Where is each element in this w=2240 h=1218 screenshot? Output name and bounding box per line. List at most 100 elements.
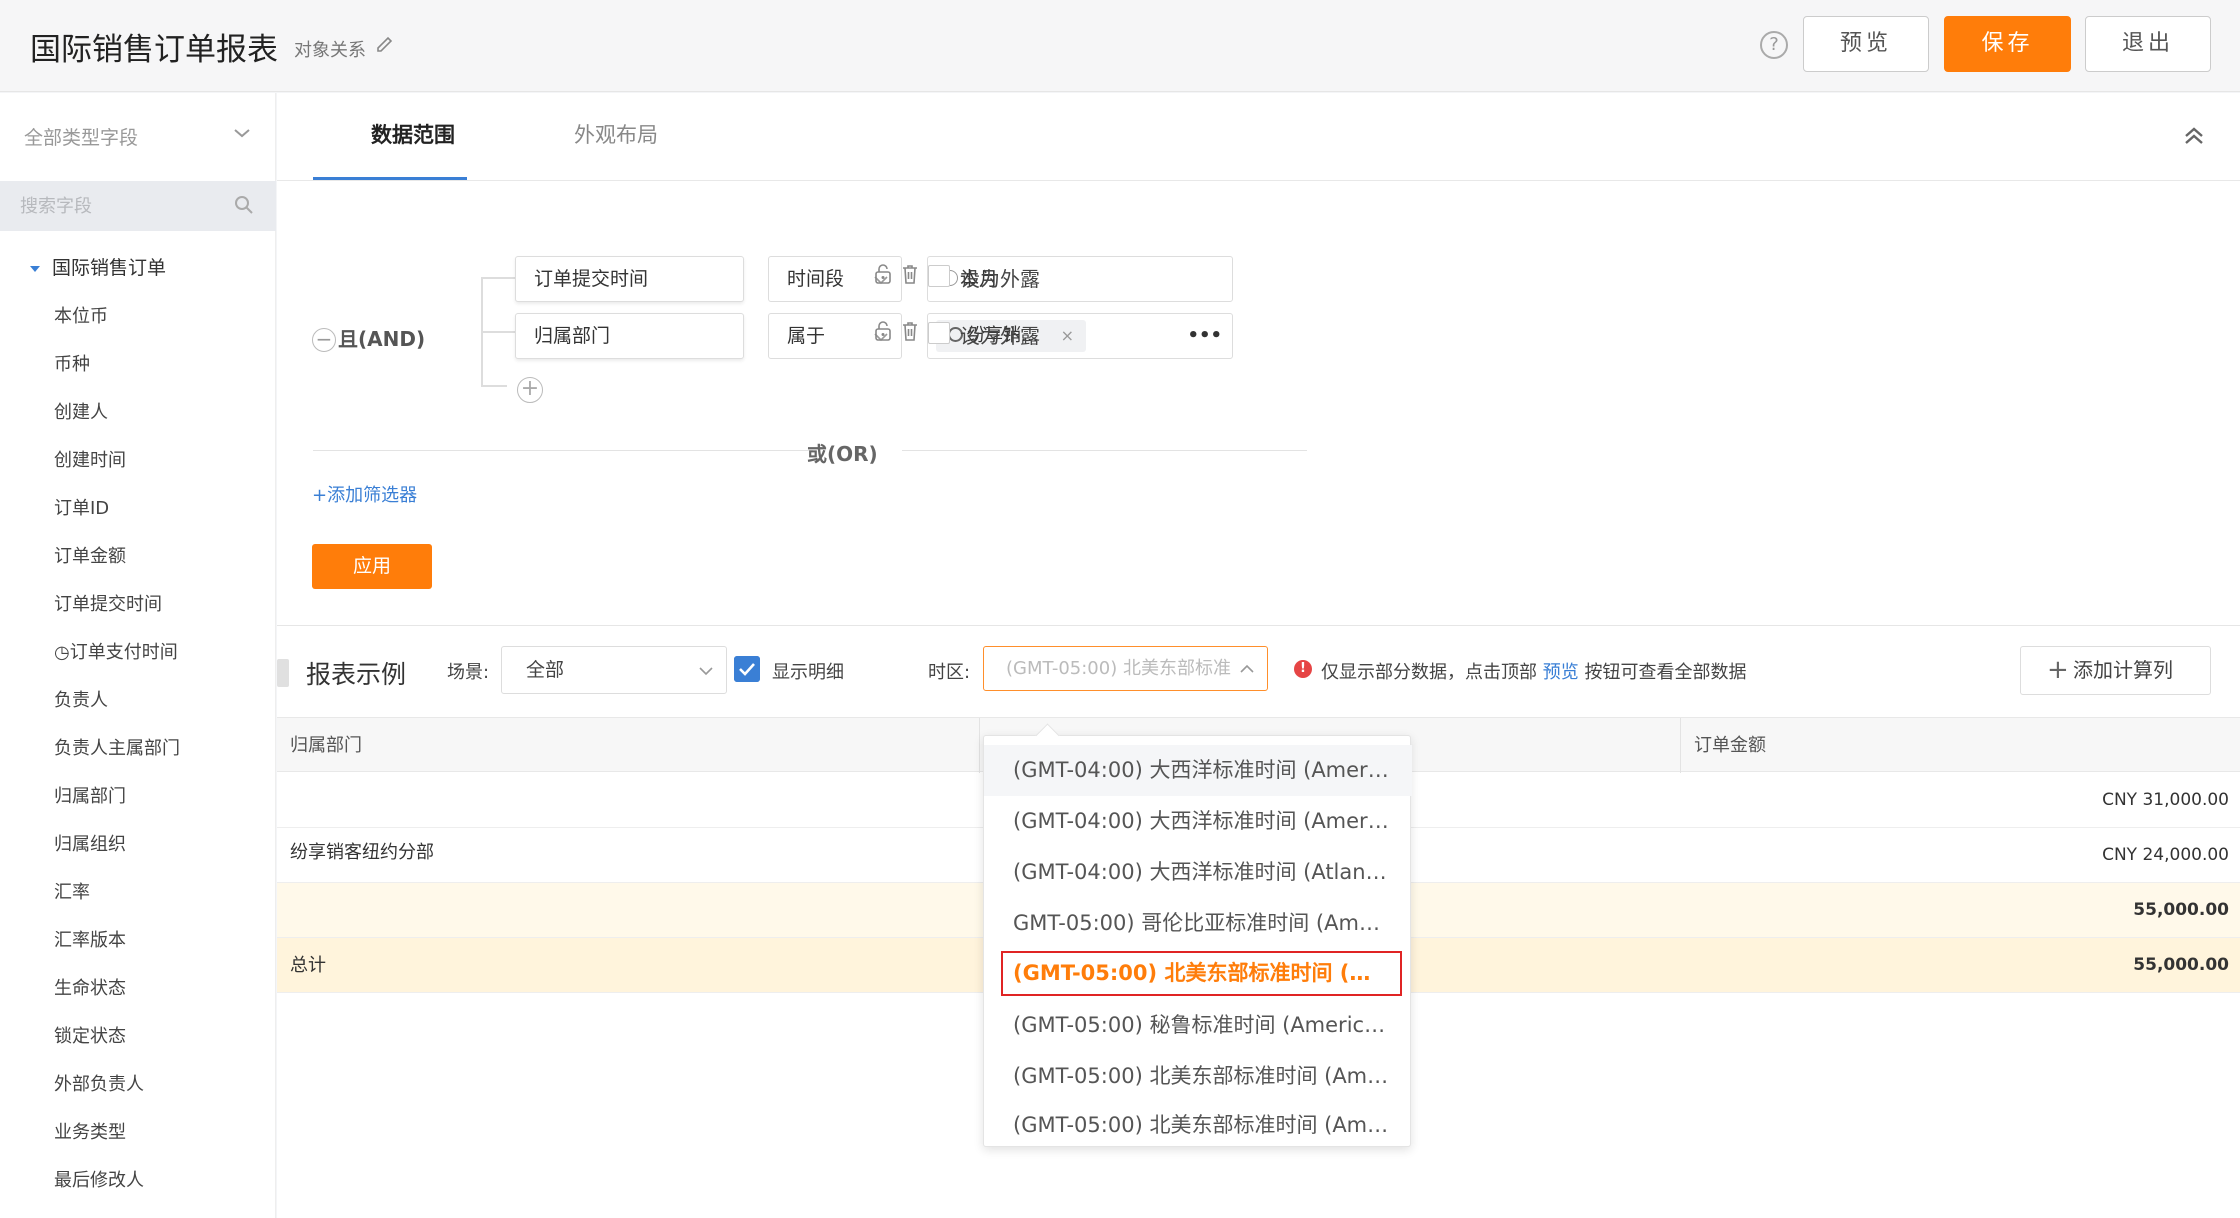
save-button[interactable]: 保存 xyxy=(1944,16,2071,72)
subtotal-amount-cell: 55,000.00 xyxy=(2133,900,2229,920)
list-item[interactable]: 业务类型 xyxy=(54,1109,180,1157)
list-item[interactable]: 归属组织 xyxy=(54,821,180,869)
plus-icon: + xyxy=(2047,655,2069,685)
list-item[interactable]: 创建时间 xyxy=(54,437,180,485)
list-item[interactable]: 负责人 xyxy=(54,677,180,725)
active-tab-indicator xyxy=(313,177,467,180)
divider xyxy=(313,450,813,451)
double-chevron-up-icon[interactable] xyxy=(2181,123,2207,149)
list-item[interactable]: 汇率版本 xyxy=(54,917,180,965)
preview-link[interactable]: 预览 xyxy=(1543,662,1579,683)
total-amount-cell: 55,000.00 xyxy=(2133,955,2229,975)
column-header[interactable]: 归属部门 xyxy=(277,718,980,773)
tab-data-range[interactable]: 数据范围 xyxy=(371,119,455,149)
filter-operator-value: 属于 xyxy=(787,325,826,347)
list-item[interactable]: 归属部门 xyxy=(54,773,180,821)
department-cell: 纷享销客纽约分部 xyxy=(290,842,434,863)
timezone-option[interactable]: (GMT-05:00) 北美东部标准时间 (America/... xyxy=(984,1102,1412,1148)
timezone-dropdown: (GMT-04:00) 大西洋标准时间 (America/... (GMT-04… xyxy=(983,735,1412,1148)
list-item[interactable]: 生命状态 xyxy=(54,965,180,1013)
show-detail-label: 显示明细 xyxy=(772,662,844,683)
unlock-icon[interactable] xyxy=(873,320,893,342)
timezone-label: 时区: xyxy=(928,662,971,683)
apply-button[interactable]: 应用 xyxy=(312,544,432,589)
divider xyxy=(277,625,2240,626)
list-item[interactable]: 订单ID xyxy=(54,485,180,533)
filter-field-select[interactable]: 订单提交时间 xyxy=(515,256,744,302)
drag-handle-icon[interactable] xyxy=(277,659,289,687)
list-item[interactable]: 创建人 xyxy=(54,389,180,437)
filter-field-value: 订单提交时间 xyxy=(534,268,649,290)
object-relation-link[interactable]: 对象关系 xyxy=(294,36,366,62)
list-item[interactable]: 外部负责人 xyxy=(54,1061,180,1109)
timezone-option[interactable]: (GMT-05:00) 北美东部标准时间 (America/... xyxy=(984,1051,1412,1102)
list-item[interactable]: 币种 xyxy=(54,341,180,389)
scene-select[interactable]: 全部 xyxy=(501,646,727,694)
expose-checkbox[interactable] xyxy=(928,322,950,344)
top-bar: 国际销售订单报表 对象关系 ? 预览 保存 退出 xyxy=(0,0,2240,92)
list-item[interactable]: ◷订单支付时间 xyxy=(54,629,180,677)
or-label: 或(OR) xyxy=(807,442,878,466)
scene-value: 全部 xyxy=(526,659,565,681)
trash-icon[interactable] xyxy=(900,320,920,342)
list-item[interactable]: 本位币 xyxy=(54,293,180,341)
field-list: 本位币 币种 创建人 创建时间 订单ID 订单金额 订单提交时间 ◷订单支付时间… xyxy=(54,293,180,1205)
minus-circle-icon[interactable]: − xyxy=(312,328,336,352)
close-icon[interactable]: × xyxy=(1061,320,1074,352)
scene-label: 场景: xyxy=(447,662,490,683)
add-filter-link[interactable]: +添加筛选器 xyxy=(312,481,417,507)
timezone-option[interactable]: (GMT-04:00) 大西洋标准时间 (America/... xyxy=(984,745,1412,796)
field-search xyxy=(0,181,276,231)
add-condition-icon[interactable]: + xyxy=(517,377,543,403)
timezone-option[interactable]: GMT-05:00) 哥伦比亚标准时间 (America/... xyxy=(984,898,1412,949)
list-item[interactable]: 订单金额 xyxy=(54,533,180,581)
filter-field-select[interactable]: 归属部门 xyxy=(515,313,744,359)
list-item[interactable]: 最后修改人 xyxy=(54,1157,180,1205)
list-item[interactable]: 锁定状态 xyxy=(54,1013,180,1061)
expose-checkbox[interactable] xyxy=(928,265,950,287)
amount-cell: CNY 24,000.00 xyxy=(2102,845,2229,865)
help-icon[interactable]: ? xyxy=(1760,31,1788,59)
field-sidebar: 全部类型字段 国际销售订单 本位币 币种 创建人 创建时间 订单ID 订单金额 … xyxy=(0,93,276,1218)
notice-suffix: 按钮可查看全部数据 xyxy=(1584,662,1747,683)
partial-data-notice: 仅显示部分数据，点击顶部 预览 按钮可查看全部数据 xyxy=(1321,658,1746,684)
list-item[interactable]: 订单提交时间 xyxy=(54,581,180,629)
timezone-option-selected[interactable]: (GMT-05:00) 北美东部标准时间 (America/... xyxy=(1001,951,1402,996)
search-input[interactable] xyxy=(20,191,220,221)
timezone-option[interactable]: (GMT-05:00) 秘鲁标准时间 (America/... xyxy=(984,1000,1412,1051)
timezone-option[interactable]: (GMT-04:00) 大西洋标准时间 (Atlantic/... xyxy=(984,847,1412,898)
page-title: 国际销售订单报表 xyxy=(30,32,278,68)
expose-label: 设为外露 xyxy=(960,324,1040,348)
timezone-value: (GMT-05:00) 北美东部标准 xyxy=(1006,658,1231,679)
pencil-icon[interactable] xyxy=(374,34,396,56)
more-icon[interactable]: ••• xyxy=(1187,314,1222,358)
preview-button[interactable]: 预览 xyxy=(1803,16,1929,72)
list-item[interactable]: 负责人主属部门 xyxy=(54,725,180,773)
amount-cell: CNY 31,000.00 xyxy=(2102,790,2229,810)
and-group-label[interactable]: − 且(AND) xyxy=(312,323,425,352)
filter-field-value: 归属部门 xyxy=(534,325,611,347)
unlock-icon[interactable] xyxy=(873,263,893,285)
total-label: 总计 xyxy=(290,955,326,976)
tab-bar: 数据范围 外观布局 xyxy=(277,93,2240,181)
timezone-select[interactable]: (GMT-05:00) 北美东部标准 xyxy=(983,646,1268,691)
report-title: 报表示例 xyxy=(306,660,407,689)
field-type-select[interactable]: 全部类型字段 xyxy=(24,123,138,150)
list-item[interactable]: 汇率 xyxy=(54,869,180,917)
field-group-header[interactable]: 国际销售订单 xyxy=(30,253,166,280)
filter-operator-value: 时间段 xyxy=(787,268,845,290)
exit-button[interactable]: 退出 xyxy=(2085,16,2211,72)
field-group-label: 国际销售订单 xyxy=(52,257,167,279)
show-detail-checkbox[interactable] xyxy=(734,656,760,682)
chevron-down-icon xyxy=(699,667,713,676)
chevron-down-icon[interactable] xyxy=(232,123,252,143)
search-icon[interactable] xyxy=(234,195,254,215)
tab-appearance-layout[interactable]: 外观布局 xyxy=(574,119,658,149)
chevron-up-icon xyxy=(1239,661,1255,677)
trash-icon[interactable] xyxy=(900,263,920,285)
divider xyxy=(902,450,1307,451)
column-header[interactable]: 订单金额 xyxy=(1681,718,2240,773)
and-label-text: 且(AND) xyxy=(338,327,426,351)
timezone-option[interactable]: (GMT-04:00) 大西洋标准时间 (America/... xyxy=(984,796,1412,847)
add-calculated-column-button[interactable]: + 添加计算列 xyxy=(2020,646,2211,695)
